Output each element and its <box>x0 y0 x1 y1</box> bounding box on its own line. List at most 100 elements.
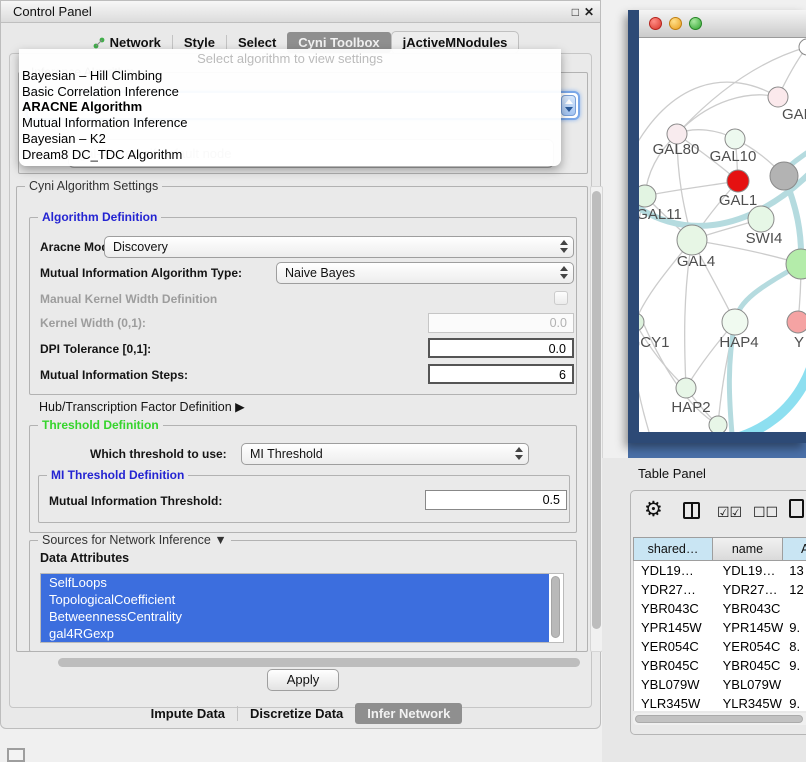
node-label: HAP2 <box>671 399 710 416</box>
dpi-tolerance-label: DPI Tolerance [0,1]: <box>40 342 151 356</box>
node-gray[interactable] <box>770 162 798 190</box>
mi-type-label: Mutual Information Algorithm Type: <box>40 266 242 280</box>
mi-threshold-definition-legend: MI Threshold Definition <box>47 468 188 482</box>
close-window-icon[interactable] <box>649 17 662 30</box>
node-gcy1[interactable] <box>639 313 644 331</box>
node-hap2[interactable] <box>676 378 696 398</box>
network-canvas[interactable]: GAL GAL80 GAL10 GAL1 GAL11 SWI4 GAL4 GCY… <box>639 38 806 432</box>
settings-horizontal-scrollbar[interactable] <box>16 656 588 669</box>
combobox-arrows-icon <box>560 240 568 253</box>
column-header-name[interactable]: name <box>713 537 783 561</box>
node-label: GAL11 <box>639 206 682 223</box>
dpi-tolerance-field[interactable]: 0.0 <box>428 338 574 358</box>
threshold-definition-legend: Threshold Definition <box>38 418 163 432</box>
cyni-algorithm-settings-group: Cyni Algorithm Settings Algorithm Defini… <box>16 186 588 652</box>
node-gal1[interactable] <box>727 170 749 192</box>
close-panel-icon[interactable]: ✕ <box>584 5 594 19</box>
manual-kernel-label: Manual Kernel Width Definition <box>40 292 217 306</box>
control-panel-title: Control Panel <box>13 4 92 19</box>
table-row[interactable]: YBR045CYBR045C9. <box>634 656 806 675</box>
node-swi4[interactable] <box>748 206 774 232</box>
dropdown-item[interactable]: Bayesian – K2 <box>19 131 561 147</box>
gear-icon[interactable]: ⚙ <box>644 497 663 522</box>
dropdown-item[interactable]: Basic Correlation Inference <box>19 84 561 100</box>
node-gal11[interactable] <box>639 185 656 207</box>
tab-infer-network[interactable]: Infer Network <box>355 703 462 724</box>
dropdown-item-highlighted[interactable]: ARACNE Algorithm <box>19 99 561 115</box>
network-node-labels: GAL GAL80 GAL10 GAL1 GAL11 SWI4 GAL4 GCY… <box>639 106 806 416</box>
which-threshold-combobox[interactable]: MI Threshold <box>241 443 529 465</box>
mi-threshold-definition-group: MI Threshold Definition Mutual Informati… <box>38 475 570 523</box>
node-label: GAL <box>782 106 806 123</box>
zoom-window-icon[interactable] <box>689 17 702 30</box>
which-threshold-label: Which threshold to use: <box>90 447 227 461</box>
table-row[interactable]: YDR27…YDR27…12 <box>634 580 806 599</box>
table-row[interactable]: YLR345WYLR345W9. <box>634 694 806 711</box>
columns-icon[interactable] <box>683 502 700 519</box>
bottom-tabs: Impute Data Discretize Data Infer Networ… <box>1 701 600 725</box>
cyni-algorithm-settings-legend: Cyni Algorithm Settings <box>25 179 162 193</box>
apply-button[interactable]: Apply <box>267 669 339 691</box>
control-panel-window: Control Panel □ ✕ Network Style Select C… <box>0 0 601 729</box>
kernel-width-label: Kernel Width (0,1): <box>40 316 146 330</box>
mi-steps-field[interactable]: 6 <box>428 364 574 384</box>
kernel-width-field[interactable]: 0.0 <box>428 313 574 333</box>
column-header-clipped[interactable]: A <box>783 537 806 561</box>
float-panel-icon[interactable]: □ <box>572 5 579 19</box>
table-row[interactable]: YBR043CYBR043C <box>634 599 806 618</box>
mi-threshold-field[interactable]: 0.5 <box>425 490 567 510</box>
table-row[interactable]: YER054CYER054C8. <box>634 637 806 656</box>
node-partial[interactable] <box>799 39 806 55</box>
node-salmon[interactable] <box>787 311 806 333</box>
table-row[interactable]: YDL19…YDL19…13 <box>634 561 806 580</box>
combobox-arrows-icon <box>560 266 568 279</box>
table-row[interactable]: YBL079WYBL079W <box>634 675 806 694</box>
network-view-window: GAL GAL80 GAL10 GAL1 GAL11 SWI4 GAL4 GCY… <box>628 10 806 443</box>
table-horizontal-scrollbar[interactable] <box>633 713 806 725</box>
node-hap4[interactable] <box>722 309 748 335</box>
expand-down-icon: ▼ <box>214 533 226 547</box>
dropdown-placeholder: Select algorithm to view settings <box>19 51 561 68</box>
sources-group: Sources for Network Inference ▼ Data Att… <box>29 540 577 652</box>
list-item[interactable]: TopologicalCoefficient <box>41 591 549 608</box>
table-panel: ⚙ ☑☑ ☐☐ shared… name A YDL19…YDL19…13 YD… <box>630 490 806 735</box>
manual-kernel-checkbox[interactable] <box>554 291 568 305</box>
sources-toggle[interactable]: Sources for Network Inference ▼ <box>38 533 231 547</box>
export-table-icon[interactable] <box>789 499 804 518</box>
list-item[interactable]: SelfLoops <box>41 574 549 591</box>
dropdown-item[interactable]: Bayesian – Hill Climbing <box>19 68 561 84</box>
node-label: SWI4 <box>746 230 783 247</box>
table-row[interactable]: YPR145WYPR145W9. <box>634 618 806 637</box>
mi-type-combobox[interactable]: Naive Bayes <box>276 262 574 284</box>
node-gal4[interactable] <box>677 225 707 255</box>
node-label: GAL4 <box>677 253 715 270</box>
data-attributes-label: Data Attributes <box>40 551 129 565</box>
minimize-window-icon[interactable] <box>669 17 682 30</box>
aracne-mode-combobox[interactable]: Discovery <box>104 236 574 258</box>
list-item[interactable]: BetweennessCentrality <box>41 608 549 625</box>
combobox-stepper[interactable] <box>561 95 576 116</box>
tab-impute-data[interactable]: Impute Data <box>139 703 237 724</box>
node-gal-top[interactable] <box>768 87 788 107</box>
data-attributes-list: SelfLoops TopologicalCoefficient Between… <box>40 573 564 643</box>
combobox-arrows-icon <box>515 447 523 460</box>
algorithm-definition-group: Algorithm Definition Aracne Mode: Discov… <box>29 217 577 395</box>
deselect-all-icon[interactable]: ☐☐ <box>753 504 778 521</box>
dropdown-item[interactable]: Mutual Information Inference <box>19 115 561 131</box>
node-label: Y <box>794 334 804 351</box>
list-item[interactable]: gal4RGexp <box>41 625 549 642</box>
threshold-definition-group: Threshold Definition Which threshold to … <box>29 425 577 533</box>
node-green-right[interactable] <box>786 249 806 279</box>
list-scrollbar[interactable] <box>551 576 561 640</box>
dropdown-item[interactable]: Dream8 DC_TDC Algorithm <box>19 147 561 163</box>
select-all-icon[interactable]: ☑☑ <box>717 504 742 521</box>
control-panel-titlebar: Control Panel □ ✕ <box>1 1 600 23</box>
network-window-titlebar <box>639 10 806 38</box>
hub-definition-toggle[interactable]: Hub/Transcription Factor Definition ▶ <box>39 399 245 414</box>
node-partial-bottom[interactable] <box>709 416 727 432</box>
node-label: GAL10 <box>710 148 757 165</box>
tab-discretize-data[interactable]: Discretize Data <box>238 703 355 724</box>
column-header-shared-name[interactable]: shared… <box>633 537 713 561</box>
node-gal10[interactable] <box>725 129 745 149</box>
minimized-panel-icon[interactable] <box>7 748 25 762</box>
